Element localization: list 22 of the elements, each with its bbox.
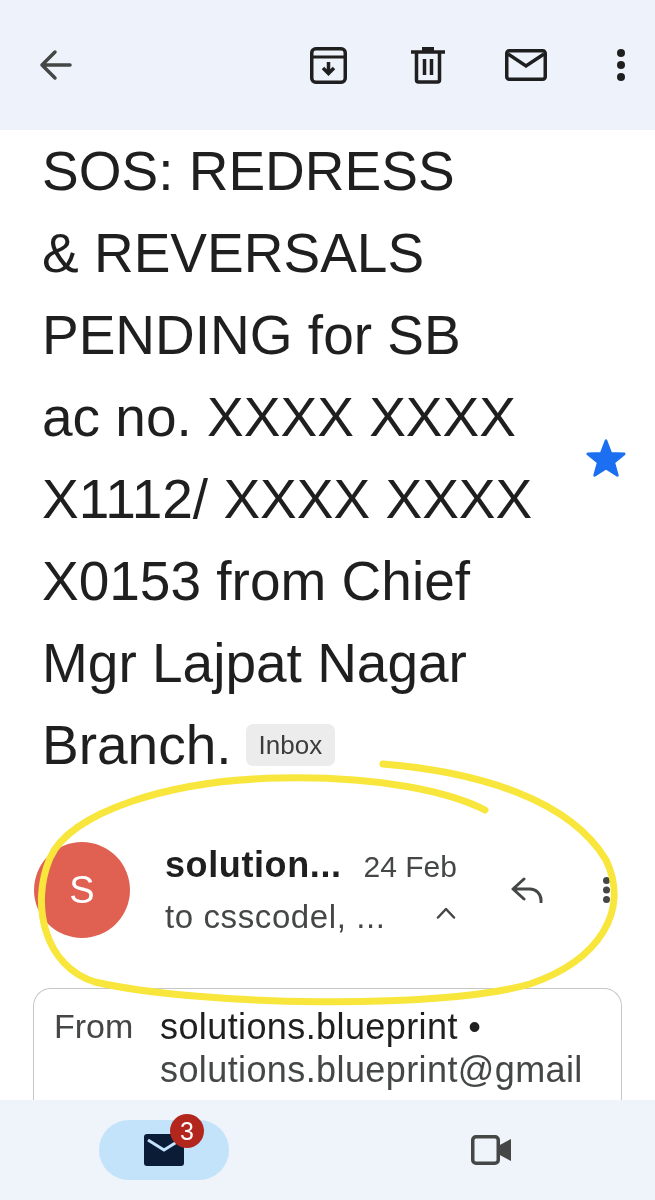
reply-icon[interactable]	[511, 877, 543, 903]
message-date: 24 Feb	[363, 850, 457, 884]
back-arrow-icon[interactable]	[38, 49, 72, 81]
trash-icon[interactable]	[411, 46, 445, 84]
archive-icon[interactable]	[310, 46, 347, 84]
from-address: solutions.blueprint@gmail	[160, 1048, 583, 1091]
sender-avatar: S	[34, 842, 130, 938]
mail-icon[interactable]	[505, 49, 547, 81]
video-tab[interactable]	[471, 1135, 512, 1165]
more-options-icon[interactable]	[617, 49, 625, 81]
unread-count-badge: 3	[170, 1114, 204, 1148]
email-subject: SOS: REDRESS & REVERSALS PENDING for SB ac no. XXXX XXXX X1112/ XXXX XXXX X0153 from Chief Mgr Lajpat Nagar Branch. Inbox	[42, 139, 533, 778]
mail-tab[interactable]	[98, 1120, 229, 1180]
chevron-icon[interactable]	[435, 907, 456, 919]
from-name: solutions.blueprint •	[160, 1005, 483, 1048]
star-icon[interactable]	[586, 439, 626, 477]
recipients-text[interactable]: to csscodel, ...	[165, 898, 386, 936]
from-label: From	[54, 1006, 135, 1047]
inbox-label[interactable]: Inbox	[245, 724, 336, 766]
sender-name[interactable]: solution...	[165, 844, 342, 886]
more-options-icon[interactable]	[603, 877, 610, 903]
video-camera-icon	[471, 1135, 512, 1165]
